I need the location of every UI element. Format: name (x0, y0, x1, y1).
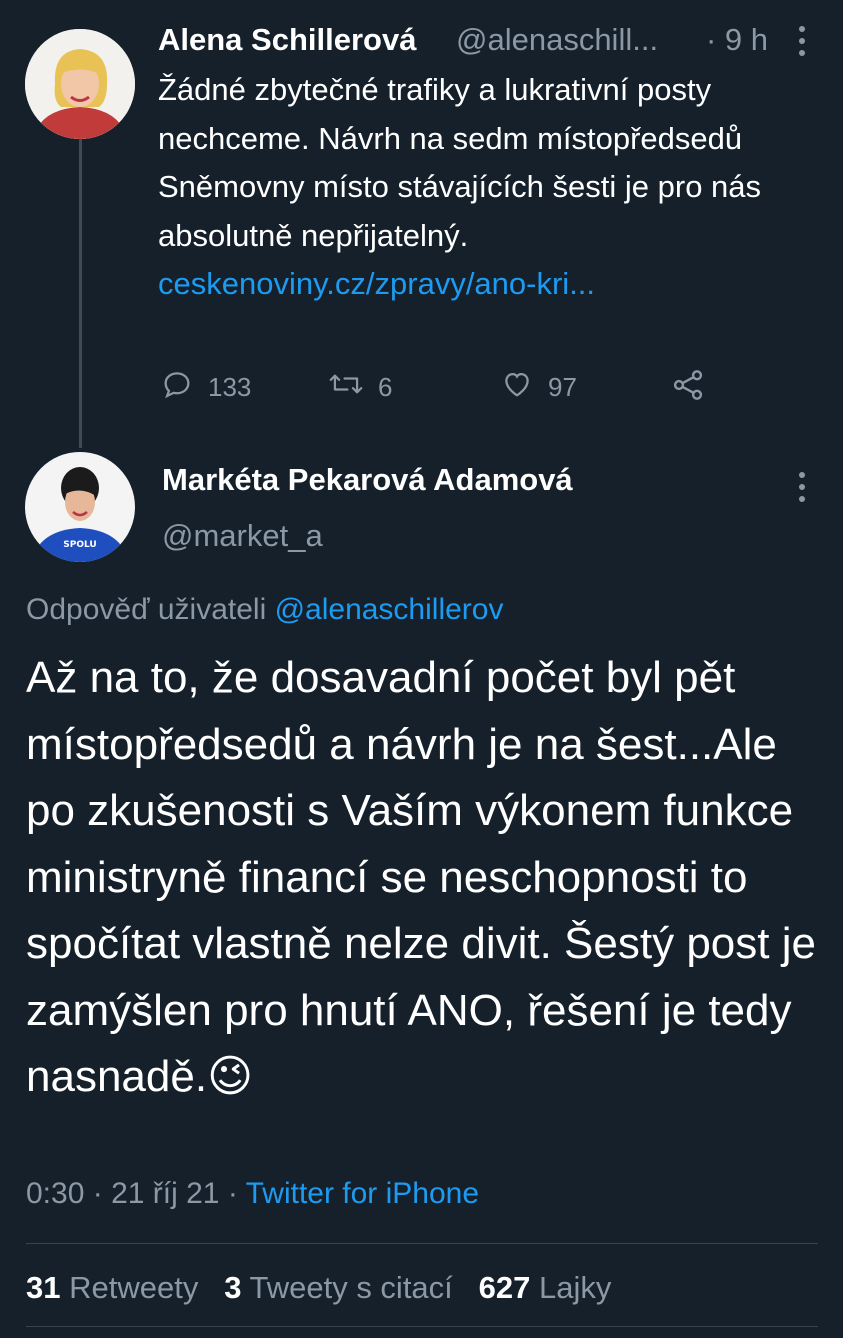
like-button[interactable]: 97 (500, 367, 577, 408)
retweets-count: 31 (26, 1270, 61, 1305)
author-handle[interactable]: @alenaschill... (456, 22, 658, 58)
tweet-link[interactable]: ceskenoviny.cz/zpravy/ano-kri... (158, 266, 595, 301)
thread-connector (79, 136, 82, 448)
retweets-stat[interactable]: 31 Retweety (26, 1270, 198, 1305)
tweet-time[interactable]: · 9 h (706, 22, 768, 58)
like-count: 97 (548, 372, 577, 402)
author-name[interactable]: Markéta Pekarová Adamová (162, 462, 573, 498)
reply-count: 133 (208, 372, 252, 402)
avatar-badge: SPOLU (63, 540, 96, 550)
quotes-stat[interactable]: 3 Tweety s citací (224, 1270, 453, 1305)
author-name[interactable]: Alena Schillerová (158, 22, 416, 58)
reply-button[interactable]: 133 (160, 367, 251, 408)
reply-context: Odpověď uživateli @alenaschillerov (26, 593, 503, 627)
wink-emoji-icon: 😉 (207, 1052, 253, 1101)
likes-count: 627 (478, 1270, 531, 1305)
retweets-label: Retweety (69, 1270, 199, 1305)
tweet-meta: 0:30 · 21 říj 21 · Twitter for iPhone (26, 1177, 480, 1210)
share-button[interactable] (670, 367, 706, 410)
divider (26, 1243, 818, 1244)
tweet-body: Až na to, že dosavadní počet byl pět mís… (26, 653, 816, 1101)
retweet-count: 6 (378, 372, 393, 402)
tweet-body: Žádné zbytečné trafiky a lukrativní post… (158, 72, 762, 253)
avatar[interactable]: SPOLU (25, 452, 135, 562)
more-icon[interactable] (795, 24, 809, 58)
likes-stat[interactable]: 627 Lajky (479, 1270, 612, 1305)
tweet-source[interactable]: Twitter for iPhone (246, 1177, 479, 1210)
retweet-button[interactable]: 6 (328, 367, 392, 408)
divider (26, 1326, 818, 1327)
tweet-time[interactable]: 0:30 (26, 1177, 84, 1210)
retweet-icon (328, 367, 364, 408)
quotes-count: 3 (224, 1270, 242, 1305)
tweet-stats: 31 Retweety 3 Tweety s citací 627 Lajky (26, 1270, 611, 1306)
avatar[interactable] (25, 29, 135, 139)
author-handle[interactable]: @market_a (162, 518, 323, 554)
share-icon (670, 367, 706, 410)
more-icon[interactable] (795, 470, 809, 504)
like-icon (500, 367, 534, 408)
tweet-text: Až na to, že dosavadní počet byl pět mís… (26, 645, 826, 1111)
reply-prefix: Odpověď uživateli (26, 593, 267, 626)
quotes-label: Tweety s citací (249, 1270, 453, 1305)
tweet-date[interactable]: 21 říj 21 (111, 1177, 219, 1210)
likes-label: Lajky (539, 1270, 612, 1305)
reply-handle[interactable]: @alenaschillerov (275, 593, 504, 626)
tweet-text: Žádné zbytečné trafiky a lukrativní post… (158, 66, 818, 309)
reply-icon (160, 367, 194, 408)
